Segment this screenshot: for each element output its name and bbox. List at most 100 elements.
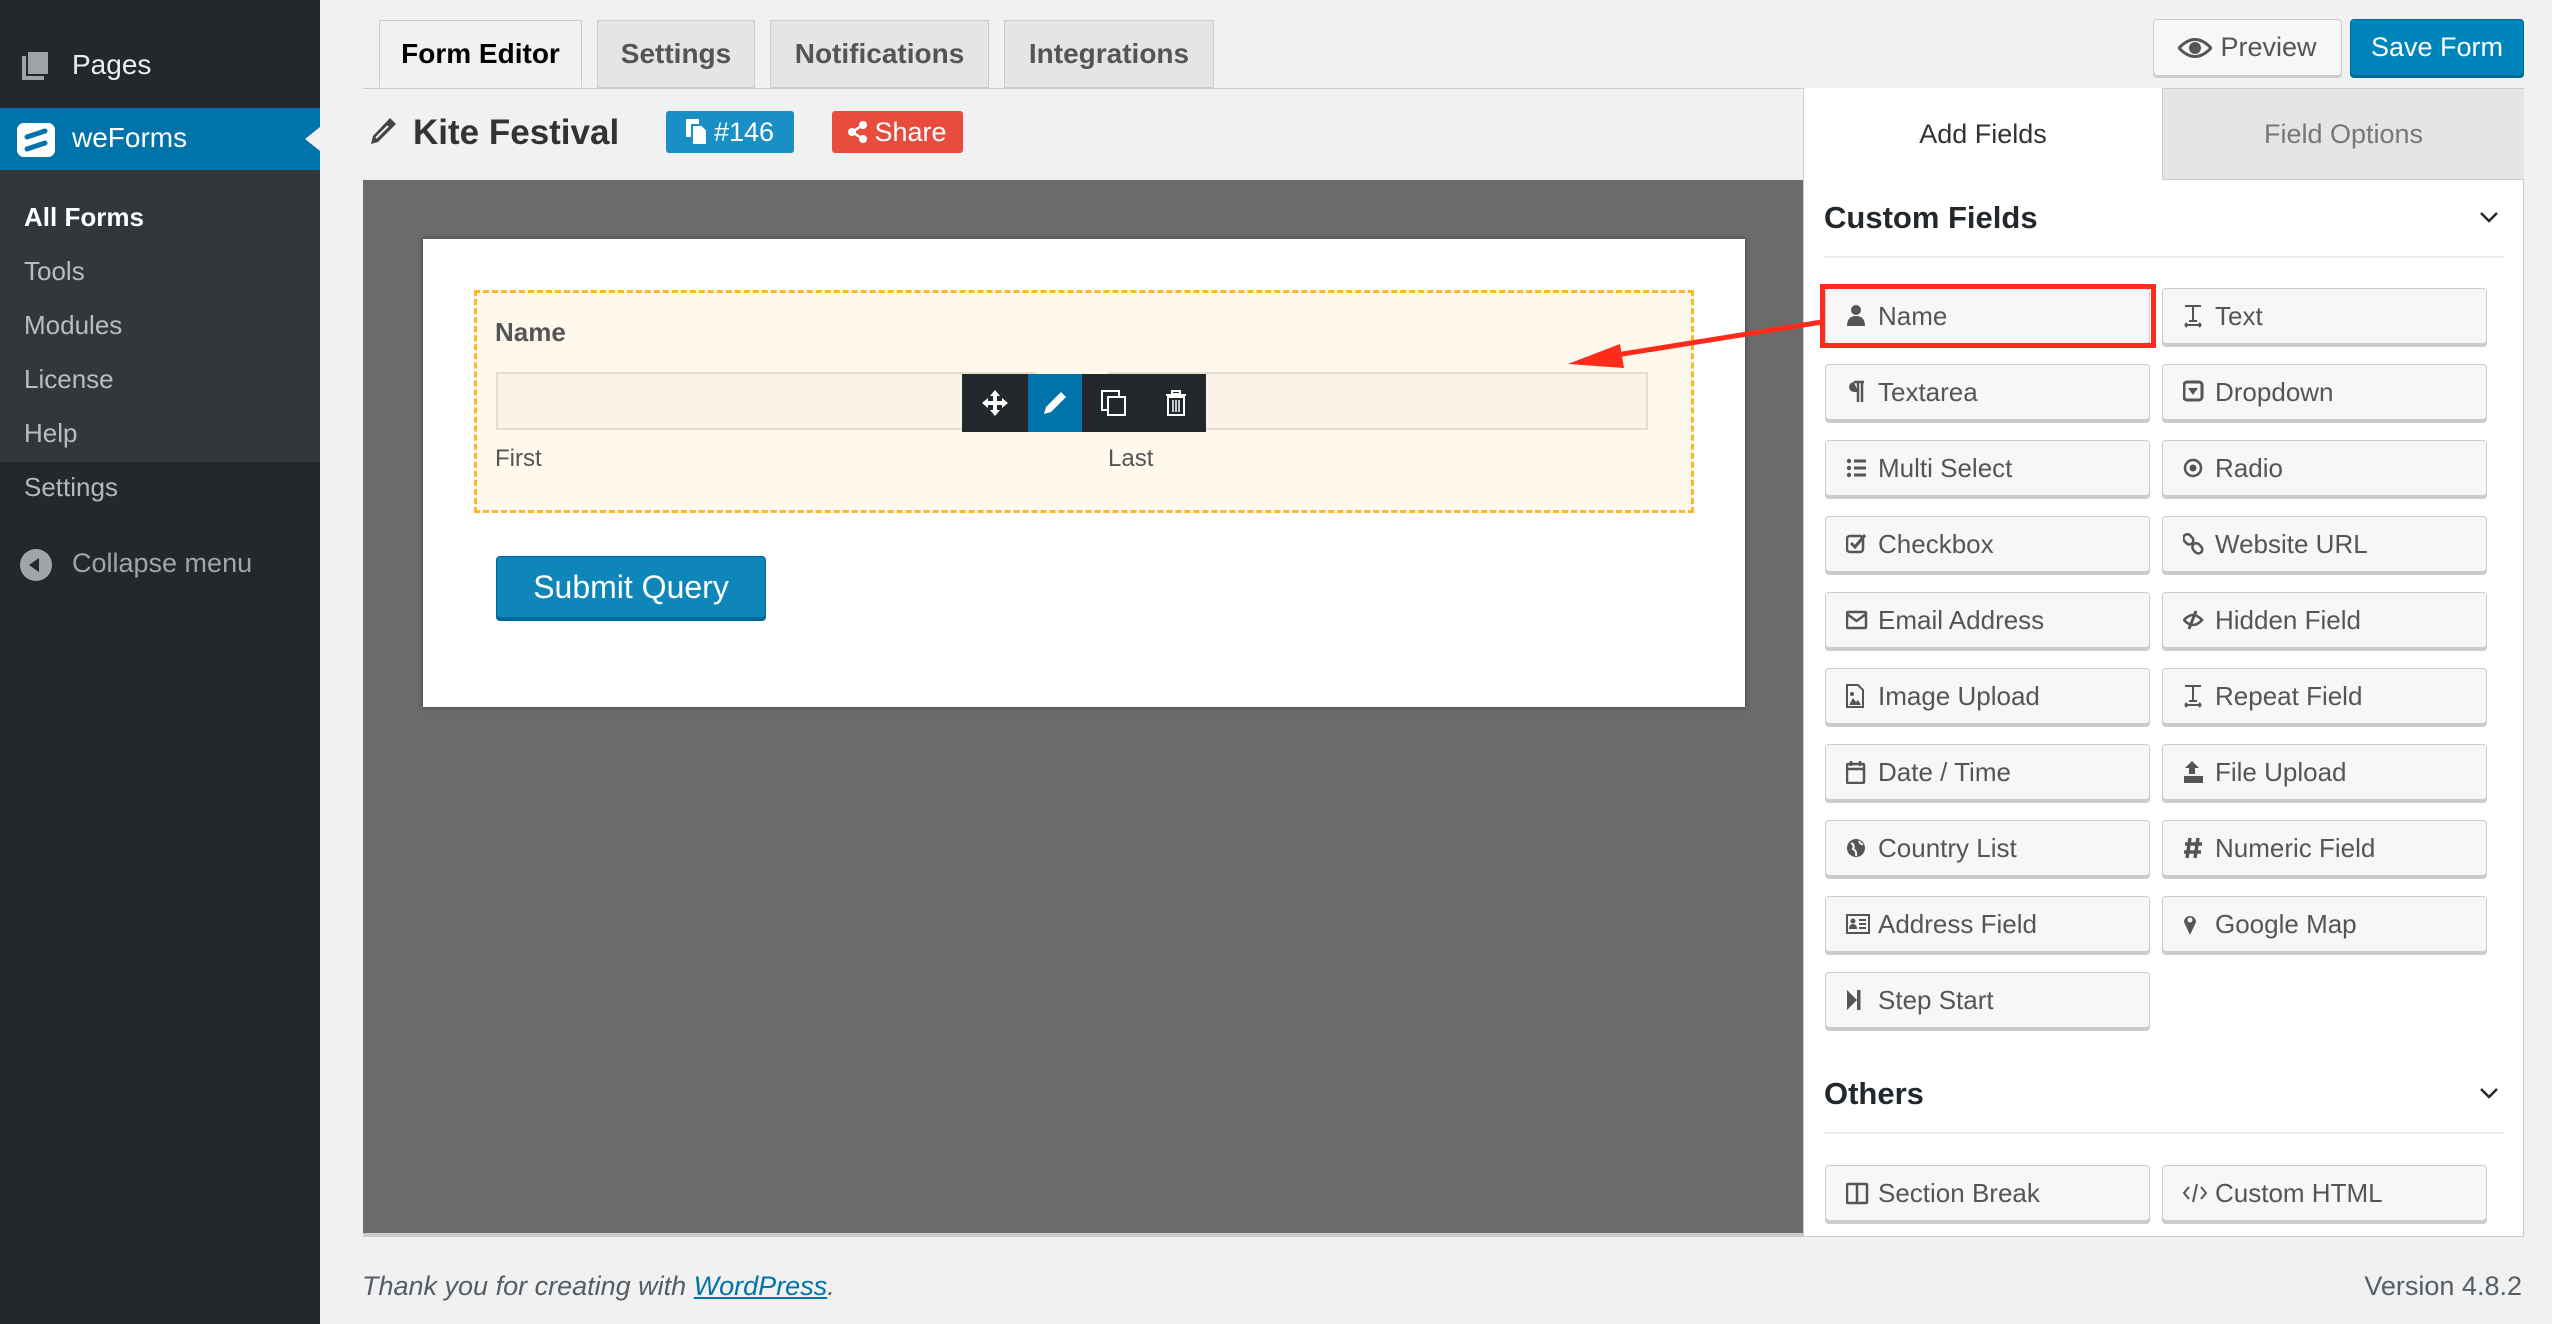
add-field-label: Dropdown xyxy=(2215,376,2334,407)
form-id-badge[interactable]: #146 xyxy=(666,111,794,153)
tab-integrations[interactable]: Integrations xyxy=(1004,20,1214,88)
sidebar-item-all-forms[interactable]: All Forms xyxy=(24,202,144,233)
share-label: Share xyxy=(874,116,947,147)
tab-notifications[interactable]: Notifications xyxy=(770,20,989,88)
share-icon xyxy=(848,121,868,143)
add-field-email-address[interactable]: Email Address xyxy=(1825,592,2150,648)
eye-slash-icon xyxy=(2183,610,2204,630)
submit-query-button[interactable]: Submit Query xyxy=(496,556,766,618)
link-icon xyxy=(2183,532,2204,555)
sidebar-item-modules[interactable]: Modules xyxy=(24,310,122,341)
add-field-address-field[interactable]: Address Field xyxy=(1825,896,2150,952)
add-field-hidden-field[interactable]: Hidden Field xyxy=(2162,592,2487,648)
add-field-label: Email Address xyxy=(1878,604,2045,635)
add-field-dropdown[interactable]: Dropdown xyxy=(2162,364,2487,420)
footer-thanks-text: Thank you for creating with xyxy=(362,1271,694,1301)
footer-period: . xyxy=(827,1271,835,1301)
sidebar-item-settings[interactable]: Settings xyxy=(24,472,118,503)
tab-form-editor[interactable]: Form Editor xyxy=(379,20,582,88)
custom-fields-heading[interactable]: Custom Fields xyxy=(1824,200,2038,236)
add-field-label: Website URL xyxy=(2215,528,2368,559)
add-field-image-upload[interactable]: Image Upload xyxy=(1825,668,2150,724)
edit-title-icon[interactable] xyxy=(368,116,398,146)
collapse-menu-label: Collapse menu xyxy=(72,548,253,578)
share-button[interactable]: Share xyxy=(832,111,963,153)
add-field-country-list[interactable]: Country List xyxy=(1825,820,2150,876)
add-field-radio[interactable]: Radio xyxy=(2162,440,2487,496)
add-field-step-start[interactable]: Step Start xyxy=(1825,972,2150,1028)
field-action-toolbar xyxy=(962,374,1206,432)
tab-field-options[interactable]: Field Options xyxy=(2162,88,2524,180)
address-card-icon xyxy=(1846,914,1870,934)
form-title[interactable]: Kite Festival xyxy=(413,113,619,153)
duplicate-field-button[interactable] xyxy=(1082,374,1145,432)
columns-icon xyxy=(1846,1182,1869,1205)
text-icon xyxy=(2184,305,2202,328)
add-field-label: Hidden Field xyxy=(2215,604,2361,635)
sidebar-item-license[interactable]: License xyxy=(24,364,114,395)
upload-icon xyxy=(2184,761,2203,783)
add-field-google-map[interactable]: Google Map xyxy=(2162,896,2487,952)
delete-field-button[interactable] xyxy=(1145,374,1206,432)
add-field-text[interactable]: Text xyxy=(2162,288,2487,344)
save-form-button[interactable]: Save Form xyxy=(2350,19,2524,76)
add-field-label: Section Break xyxy=(1878,1177,2040,1208)
active-menu-pointer xyxy=(305,127,320,151)
sidebar-item-label: Pages xyxy=(72,49,152,80)
add-field-label: Custom HTML xyxy=(2215,1177,2383,1208)
tab-add-fields[interactable]: Add Fields xyxy=(1804,88,2162,180)
annotation-highlight-box xyxy=(1820,284,2156,348)
preview-button[interactable]: Preview xyxy=(2153,19,2342,76)
move-field-button[interactable] xyxy=(962,374,1028,432)
last-name-sublabel: Last xyxy=(1108,445,1154,472)
pages-icon xyxy=(22,52,48,80)
sidebar-item-tools[interactable]: Tools xyxy=(24,256,85,287)
globe-icon xyxy=(1847,839,1865,857)
sidebar-item-label: weForms xyxy=(72,122,188,153)
footer-credit: Thank you for creating with WordPress. xyxy=(362,1271,835,1302)
add-field-label: Step Start xyxy=(1878,984,1994,1015)
add-field-website-url[interactable]: Website URL xyxy=(2162,516,2487,572)
text-icon xyxy=(2184,685,2202,708)
first-name-sublabel: First xyxy=(495,445,542,472)
pencil-icon xyxy=(1044,392,1066,414)
trash-icon xyxy=(1165,390,1186,416)
add-field-date-time[interactable]: Date / Time xyxy=(1825,744,2150,800)
add-field-repeat-field[interactable]: Repeat Field xyxy=(2162,668,2487,724)
collapse-menu-button[interactable]: Collapse menu xyxy=(0,536,320,592)
name-field-label: Name xyxy=(495,317,566,347)
section-divider xyxy=(1824,1132,2504,1134)
wordpress-link[interactable]: WordPress xyxy=(694,1271,828,1301)
others-heading[interactable]: Others xyxy=(1824,1076,1924,1112)
envelope-icon xyxy=(1846,610,1868,630)
add-field-multi-select[interactable]: Multi Select xyxy=(1825,440,2150,496)
first-name-input[interactable] xyxy=(496,372,1036,430)
add-field-custom-html[interactable]: Custom HTML xyxy=(2162,1165,2487,1221)
copy-file-icon xyxy=(685,119,708,145)
add-field-checkbox[interactable]: Checkbox xyxy=(1825,516,2150,572)
hash-icon xyxy=(2184,837,2202,859)
add-field-label: Address Field xyxy=(1878,908,2037,939)
map-marker-icon xyxy=(2184,916,2196,935)
paragraph-icon xyxy=(1849,380,1864,402)
edit-field-button[interactable] xyxy=(1028,374,1082,432)
add-field-file-upload[interactable]: File Upload xyxy=(2162,744,2487,800)
preview-label: Preview xyxy=(2220,32,2317,62)
add-field-numeric-field[interactable]: Numeric Field xyxy=(2162,820,2487,876)
add-field-label: Numeric Field xyxy=(2215,832,2376,863)
add-field-label: Image Upload xyxy=(1878,680,2040,711)
list-icon xyxy=(1846,458,1866,478)
admin-sidebar: Pages weForms All Forms Tools Modules Li… xyxy=(0,0,320,1324)
sidebar-item-help[interactable]: Help xyxy=(24,418,77,449)
add-field-textarea[interactable]: Textarea xyxy=(1825,364,2150,420)
chevron-down-icon[interactable] xyxy=(2478,206,2500,228)
add-field-label: File Upload xyxy=(2215,756,2347,787)
sidebar-item-weforms[interactable]: weForms xyxy=(0,108,320,170)
add-field-label: Repeat Field xyxy=(2215,680,2363,711)
chevron-down-icon[interactable] xyxy=(2478,1082,2500,1104)
weforms-logo-icon xyxy=(17,123,55,157)
sidebar-item-pages[interactable]: Pages xyxy=(0,36,320,94)
image-file-icon xyxy=(1846,684,1864,708)
tab-settings[interactable]: Settings xyxy=(597,20,755,88)
add-field-section-break[interactable]: Section Break xyxy=(1825,1165,2150,1221)
